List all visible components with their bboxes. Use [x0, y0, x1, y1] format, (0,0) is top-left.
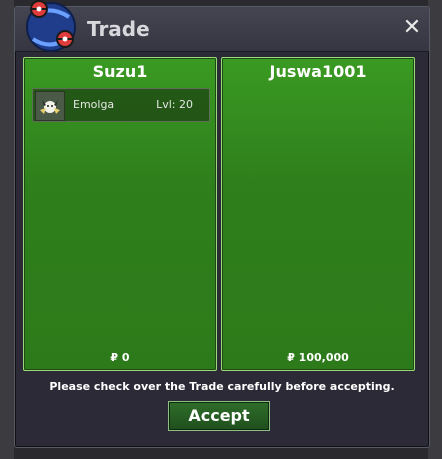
trade-instruction-text: Please check over the Trade carefully be… [49, 380, 395, 393]
money-amount: ₽ 0 [110, 351, 130, 364]
player-name: Suzu1 [92, 62, 148, 81]
trade-panel-player-2: Juswa1001 ₽ 100,000 [221, 57, 415, 371]
pokemon-name: Emolga [73, 98, 115, 111]
background-left-strip [0, 0, 14, 459]
trade-panel-player-1: Suzu1 Emolga Lvl: 20 ₽ 0 [23, 57, 217, 371]
pokeball-logo-icon [26, 0, 76, 52]
title-bar[interactable]: Trade ✕ [15, 0, 429, 52]
accept-button[interactable]: Accept [168, 401, 270, 431]
trade-window: Trade ✕ Suzu1 Emolga Lvl: 20 ₽ 0 Juswa10… [14, 0, 430, 448]
pokemon-level: Lvl: 20 [156, 98, 193, 111]
player-name: Juswa1001 [269, 62, 367, 81]
pokemon-slot[interactable]: Emolga Lvl: 20 [32, 88, 210, 122]
close-icon[interactable]: ✕ [401, 17, 423, 39]
emolga-icon [35, 91, 65, 121]
background-right-strip [428, 0, 442, 459]
money-amount: ₽ 100,000 [287, 351, 349, 364]
window-title: Trade [87, 17, 150, 41]
